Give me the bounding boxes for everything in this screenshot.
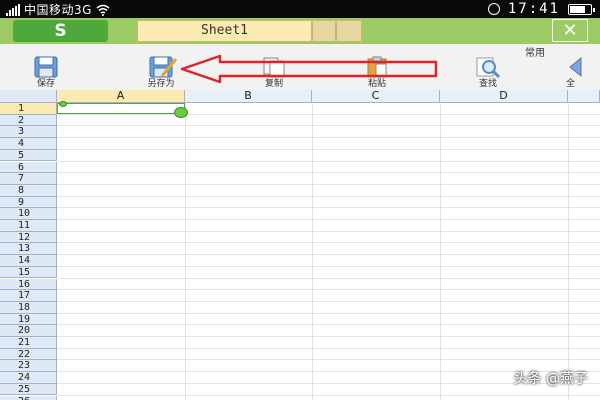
grid-line [440, 103, 441, 400]
grid-line [57, 160, 600, 162]
app-menu-button[interactable]: S [13, 20, 108, 42]
alarm-icon [487, 3, 500, 15]
grid-line [57, 265, 600, 267]
row-header-16[interactable]: 16 [0, 278, 57, 291]
row-header-14[interactable]: 14 [0, 255, 57, 267]
selection-handle-start[interactable] [59, 101, 67, 107]
row-header-18[interactable]: 18 [0, 301, 57, 314]
column-header-d[interactable]: D [440, 90, 568, 103]
battery-icon [568, 3, 595, 15]
grid-line [57, 148, 600, 150]
row-header-20[interactable]: 20 [0, 325, 57, 337]
wifi-icon [96, 4, 110, 16]
select-all-button[interactable]: 全 [556, 56, 600, 90]
select-all-icon [568, 56, 594, 78]
row-header-22[interactable]: 22 [0, 348, 57, 361]
grid-line [57, 242, 600, 244]
grid-line [57, 207, 600, 209]
grid-line [57, 394, 600, 396]
grid-line [57, 347, 600, 349]
selection-handle-end[interactable] [174, 107, 188, 118]
grid-line [57, 195, 600, 197]
row-header-1[interactable]: 1 [0, 103, 57, 115]
tab-blank[interactable] [336, 20, 362, 42]
status-bar: 中国移动3G 17:41 [0, 0, 600, 18]
row-header-12[interactable]: 12 [0, 231, 57, 244]
select-all-corner[interactable] [0, 90, 57, 103]
row-header-21[interactable]: 21 [0, 337, 57, 349]
grid-line [57, 312, 600, 314]
tab-bar: S Sheet1 ✕ [0, 18, 600, 44]
carrier-label: 中国移动3G [24, 3, 92, 17]
row-header-11[interactable]: 11 [0, 220, 57, 232]
row-header-13[interactable]: 13 [0, 243, 57, 256]
grid-line [312, 103, 313, 400]
grid-line [57, 300, 600, 302]
save-icon [33, 56, 59, 78]
spreadsheet-grid[interactable]: A B C D 1 2 3 4 5 6 7 8 9 10 11 12 13 14 15 16 17 18 19 20 2… [0, 90, 600, 400]
column-header-partial[interactable] [568, 90, 600, 103]
row-header-2[interactable]: 2 [0, 114, 57, 127]
column-header-b[interactable]: B [185, 90, 312, 103]
row-header-6[interactable]: 6 [0, 161, 57, 174]
toolbar-group-label: 常用 [525, 48, 545, 59]
grid-line [568, 103, 569, 400]
close-button[interactable]: ✕ [552, 19, 588, 42]
column-header-a[interactable]: A [57, 90, 185, 103]
grid-line [57, 254, 600, 256]
grid-line [185, 103, 186, 400]
row-header-4[interactable]: 4 [0, 138, 57, 150]
grid-line [57, 336, 600, 337]
grid-line [57, 125, 600, 127]
row-header-23[interactable]: 23 [0, 360, 57, 373]
tab-blank[interactable] [312, 20, 336, 42]
find-icon [475, 56, 501, 79]
clock-time: 17:41 [507, 1, 560, 17]
row-header-5[interactable]: 5 [0, 149, 57, 162]
row-header-19[interactable]: 19 [0, 313, 57, 326]
watermark: 头条 @燕子 [513, 371, 588, 387]
row-header-26[interactable]: 26 [0, 395, 57, 400]
signal-icon [6, 3, 20, 16]
find-button[interactable]: 查找 [458, 56, 518, 90]
grid-line [57, 324, 600, 326]
row-header-17[interactable]: 17 [0, 290, 57, 302]
grid-line [57, 359, 600, 361]
row-header-8[interactable]: 8 [0, 184, 57, 197]
column-header-c[interactable]: C [312, 90, 440, 103]
annotation-arrow [180, 54, 438, 84]
row-header-7[interactable]: 7 [0, 173, 57, 185]
row-header-24[interactable]: 24 [0, 372, 57, 384]
row-header-9[interactable]: 9 [0, 196, 57, 209]
grid-line [57, 289, 600, 291]
grid-line [57, 277, 600, 279]
save-button[interactable]: 保存 [16, 56, 76, 90]
save-as-icon [148, 56, 178, 78]
row-header-10[interactable]: 10 [0, 208, 57, 220]
grid-line [57, 219, 600, 220]
row-header-3[interactable]: 3 [0, 126, 57, 139]
row-header-15[interactable]: 15 [0, 266, 57, 279]
grid-line [57, 230, 600, 232]
grid-line [57, 137, 600, 139]
grid-line [57, 172, 600, 174]
grid-line [57, 183, 600, 185]
tab-sheet1[interactable]: Sheet1 [137, 20, 312, 42]
selected-cell-a1[interactable] [57, 103, 185, 114]
row-header-25[interactable]: 25 [0, 383, 57, 396]
